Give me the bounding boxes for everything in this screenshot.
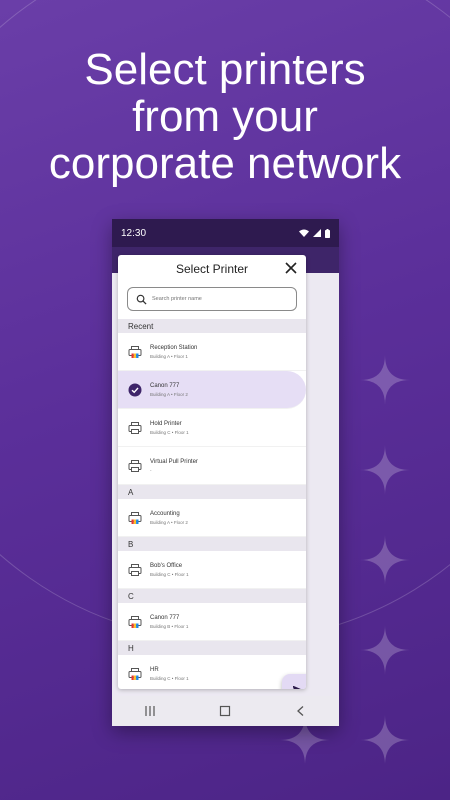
printer-name: HR xyxy=(150,666,159,673)
printer-location: Building C • Floor 1 xyxy=(150,429,189,435)
color-printer-icon xyxy=(128,345,142,359)
promo-headline: Select printers from your corporate netw… xyxy=(0,46,450,187)
color-printer-icon xyxy=(128,511,142,525)
status-icons xyxy=(299,228,330,238)
android-nav-bar xyxy=(112,696,339,726)
printer-icon xyxy=(128,563,142,577)
printer-name: Accounting xyxy=(150,510,180,517)
section-header: C xyxy=(118,589,306,603)
dialog-title: Select Printer xyxy=(175,262,249,276)
printer-text: Canon 777 Building A • Floor 2 xyxy=(150,383,188,397)
section-header: A xyxy=(118,485,306,499)
search-box[interactable] xyxy=(127,287,297,311)
section-header: Recent xyxy=(118,319,306,333)
printer-text: Reception Station Building A • Floor 1 xyxy=(150,345,197,359)
status-time: 12:30 xyxy=(121,227,147,239)
wifi-icon xyxy=(299,229,309,237)
printer-location: Building A • Floor 2 xyxy=(150,519,188,525)
printer-list-item[interactable]: HR Building C • Floor 1 xyxy=(118,655,306,689)
printer-name: Reception Station xyxy=(150,344,198,351)
headline-line-1: Select printers xyxy=(84,45,366,94)
section-header: H xyxy=(118,641,306,655)
send-icon xyxy=(293,686,301,689)
search-input[interactable] xyxy=(152,296,292,302)
printer-text: Accounting Building A • Floor 2 xyxy=(150,511,188,525)
section-header: B xyxy=(118,537,306,551)
printer-location: Building A • Floor 2 xyxy=(150,391,188,397)
send-button[interactable] xyxy=(282,674,306,689)
close-icon[interactable] xyxy=(284,261,298,275)
battery-icon xyxy=(325,228,330,238)
back-icon xyxy=(297,706,304,716)
printer-name: Canon 777 xyxy=(150,382,180,389)
signal-icon xyxy=(313,229,321,237)
back-button[interactable] xyxy=(289,701,313,721)
color-printer-icon xyxy=(128,615,142,629)
recents-icon xyxy=(145,706,155,716)
printer-list-item[interactable]: Bob's Office Building C • Floor 1 xyxy=(118,551,306,589)
printer-list-item[interactable]: Canon 777 Building B • Floor 1 xyxy=(118,603,306,641)
printer-list-item[interactable]: Canon 777 Building A • Floor 2 xyxy=(118,371,306,409)
printer-location: Building C • Floor 1 xyxy=(150,571,189,577)
printer-text: Virtual Pull Printer - xyxy=(150,459,198,473)
check-circle-icon xyxy=(128,383,142,397)
printer-name: Bob's Office xyxy=(150,562,183,569)
printer-location: - xyxy=(150,467,152,473)
headline-line-2: from your xyxy=(132,92,318,141)
printer-list-item[interactable]: Accounting Building A • Floor 2 xyxy=(118,499,306,537)
printer-name: Virtual Pull Printer xyxy=(150,458,198,465)
printer-text: HR Building C • Floor 1 xyxy=(150,667,189,681)
printer-text: Canon 777 Building B • Floor 1 xyxy=(150,615,188,629)
printer-name: Canon 777 xyxy=(150,614,180,621)
headline-line-3: corporate network xyxy=(48,139,402,188)
color-printer-icon xyxy=(128,667,142,681)
phone-frame: 12:30 Select Printer Recent Reception Sta… xyxy=(112,219,339,726)
printer-list-item[interactable]: Reception Station Building A • Floor 1 xyxy=(118,333,306,371)
printer-text: Hold Printer Building C • Floor 1 xyxy=(150,421,189,435)
printer-name: Hold Printer xyxy=(150,420,182,427)
search-icon xyxy=(136,294,147,305)
recents-button[interactable] xyxy=(138,701,162,721)
printer-location: Building A • Floor 1 xyxy=(150,353,188,359)
status-bar: 12:30 xyxy=(112,219,339,247)
printer-location: Building C • Floor 1 xyxy=(150,675,189,681)
printer-list-item[interactable]: Virtual Pull Printer - xyxy=(118,447,306,485)
home-button[interactable] xyxy=(213,701,237,721)
home-icon xyxy=(220,705,231,717)
dialog-header: Select Printer xyxy=(118,255,306,283)
printer-icon xyxy=(128,421,142,435)
printer-icon xyxy=(128,459,142,473)
printer-text: Bob's Office Building C • Floor 1 xyxy=(150,563,189,577)
printer-list-item[interactable]: Hold Printer Building C • Floor 1 xyxy=(118,409,306,447)
printer-location: Building B • Floor 1 xyxy=(150,623,189,629)
select-printer-dialog: Select Printer Recent Reception Station Bu… xyxy=(118,255,306,689)
printer-list: Recent Reception Station Building A • Floo… xyxy=(118,319,306,689)
